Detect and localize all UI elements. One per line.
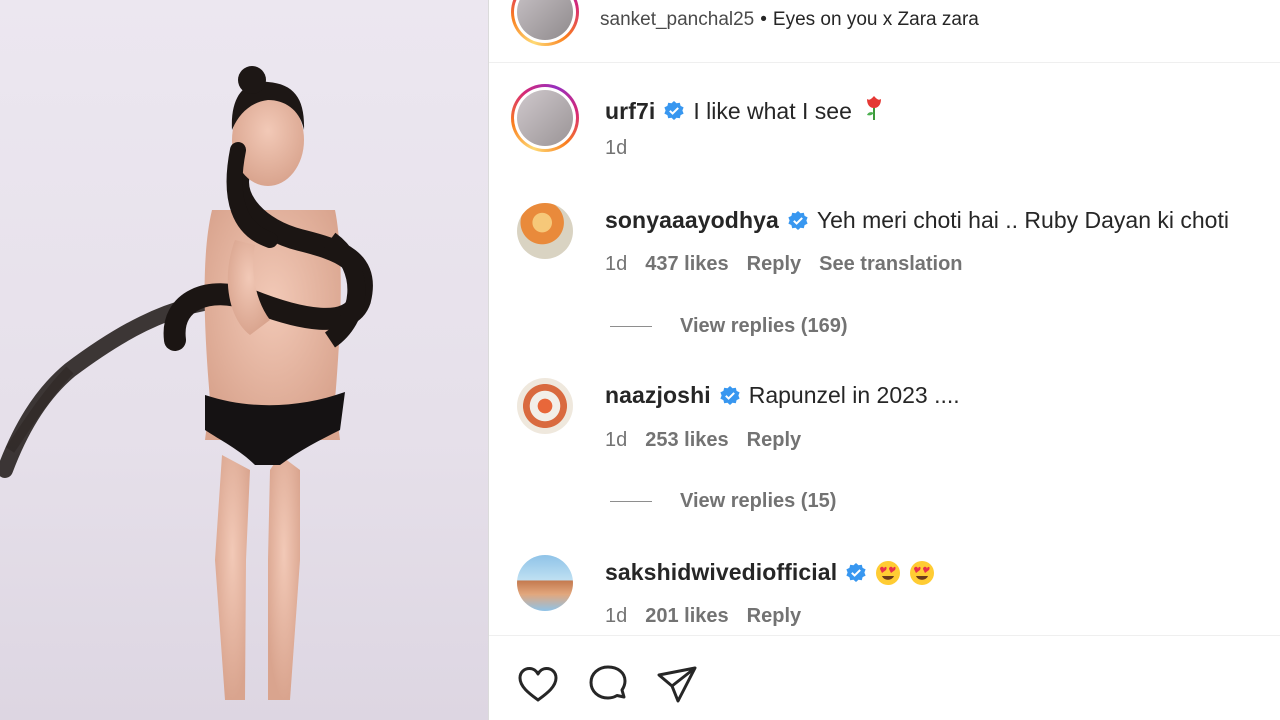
action-bar (489, 635, 1280, 720)
post-photo (0, 66, 373, 700)
audio-title[interactable]: Eyes on you x Zara zara (773, 9, 979, 30)
comment-meta: 1d 437 likes Reply See translation (605, 253, 963, 276)
see-translation-button[interactable]: See translation (819, 253, 962, 276)
post-meta: sanket_panchal25 • Eyes on you x Zara zara (600, 9, 979, 31)
comment-time[interactable]: 1d (605, 253, 627, 276)
comment-likes[interactable]: 437 likes (645, 253, 728, 276)
reply-button[interactable]: Reply (747, 605, 801, 628)
replies-dash (610, 501, 652, 502)
comment-username[interactable]: sonyaaayodhya (605, 207, 779, 234)
author-username[interactable]: sanket_panchal25 (600, 9, 754, 30)
comment-avatar[interactable] (517, 378, 573, 434)
post-media[interactable] (0, 0, 488, 720)
view-replies-button[interactable]: View replies (169) (610, 315, 848, 338)
reply-button[interactable]: Reply (747, 253, 801, 276)
comments-panel: sanket_panchal25 • Eyes on you x Zara zara… (489, 0, 1280, 720)
reply-button[interactable]: Reply (747, 429, 801, 452)
comment-avatar[interactable] (517, 555, 573, 611)
verified-badge-icon (845, 562, 867, 584)
comment-time[interactable]: 1d (605, 605, 627, 628)
comment-meta: 1d 201 likes Reply (605, 605, 801, 628)
comment-likes[interactable]: 201 likes (645, 605, 728, 628)
comment-likes[interactable]: 253 likes (645, 429, 728, 452)
caption-time[interactable]: 1d (605, 137, 627, 160)
caption-avatar[interactable] (511, 84, 579, 152)
comment-text: Yeh meri choti hai .. Ruby Dayan ki chot… (816, 207, 1229, 233)
caption-username[interactable]: urf7i (605, 98, 655, 125)
view-replies-label: View replies (15) (680, 490, 837, 512)
view-replies-label: View replies (169) (680, 315, 848, 337)
share-icon[interactable] (655, 663, 699, 707)
heart-eyes-icon (875, 560, 901, 586)
comment-icon[interactable] (586, 663, 630, 707)
comment-line: naazjoshi Rapunzel in 2023 .... (605, 382, 960, 409)
verified-badge-icon (787, 210, 809, 232)
replies-dash (610, 326, 652, 327)
comment-line: sonyaaayodhya Yeh meri choti hai .. Ruby… (605, 207, 1229, 234)
heart-eyes-icon (909, 560, 935, 586)
author-avatar[interactable] (511, 0, 579, 46)
verified-badge-icon (719, 385, 741, 407)
caption-text: I like what I see (693, 97, 852, 124)
caption-meta: 1d (605, 137, 627, 160)
comment-username[interactable]: naazjoshi (605, 382, 711, 409)
heart-icon[interactable] (516, 663, 560, 707)
post-header: sanket_panchal25 • Eyes on you x Zara zara (489, 0, 1280, 63)
verified-badge-icon (663, 100, 685, 122)
view-replies-button[interactable]: View replies (15) (610, 490, 836, 513)
comment-avatar[interactable] (517, 203, 573, 259)
comment-meta: 1d 253 likes Reply (605, 429, 801, 452)
comment-line: sakshidwivediofficial (605, 559, 943, 586)
rose-icon (864, 95, 884, 127)
comment-username[interactable]: sakshidwivediofficial (605, 559, 837, 586)
meta-separator: • (760, 9, 767, 30)
comment-time[interactable]: 1d (605, 429, 627, 452)
comment-text: Rapunzel in 2023 .... (748, 382, 960, 408)
caption-line: urf7i I like what I see (605, 95, 884, 127)
